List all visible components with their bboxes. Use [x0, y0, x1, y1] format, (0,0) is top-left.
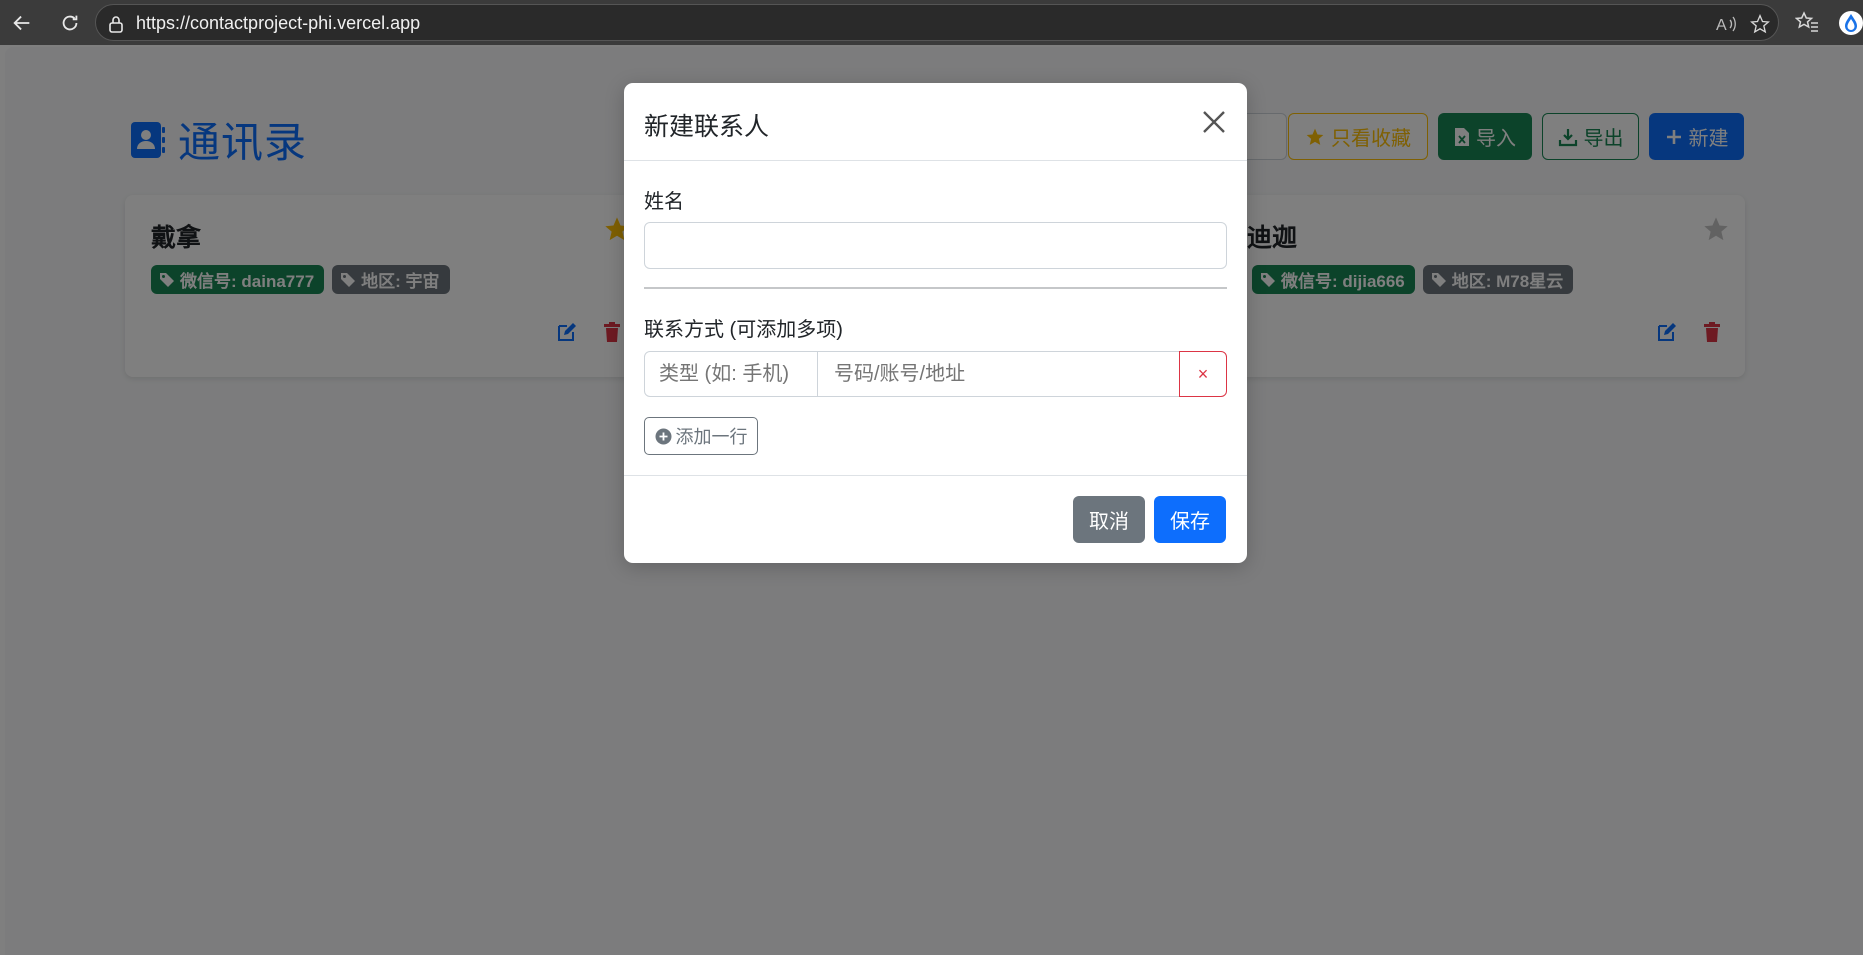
name-input[interactable]: [644, 222, 1227, 269]
read-aloud-icon[interactable]: A: [1716, 14, 1738, 34]
modal-header: 新建联系人: [624, 83, 1247, 161]
cancel-button[interactable]: 取消: [1073, 496, 1145, 543]
contact-value-input[interactable]: [817, 351, 1180, 397]
divider: [644, 287, 1227, 289]
back-button[interactable]: [9, 10, 35, 36]
contact-methods-label: 联系方式 (可添加多项): [644, 319, 843, 341]
back-arrow-icon: [13, 15, 30, 31]
cancel-label: 取消: [1089, 511, 1129, 533]
remove-row-button[interactable]: ×: [1179, 351, 1227, 397]
close-icon[interactable]: [1197, 105, 1231, 139]
svg-text:A: A: [1716, 17, 1727, 34]
contact-method-row: ×: [644, 351, 1227, 397]
refresh-button[interactable]: [57, 10, 83, 36]
add-row-button[interactable]: 添加一行: [644, 417, 758, 455]
favorite-star-icon[interactable]: [1749, 14, 1771, 34]
refresh-icon: [62, 15, 78, 31]
plus-circle-icon: [655, 428, 671, 444]
url-text: https://contactproject-phi.vercel.app: [136, 13, 421, 33]
save-label: 保存: [1170, 511, 1210, 533]
remove-row-glyph: ×: [1197, 363, 1209, 384]
name-label: 姓名: [644, 191, 684, 213]
add-row-label: 添加一行: [675, 427, 748, 447]
modal-footer-divider: [624, 475, 1247, 476]
address-bar[interactable]: https://contactproject-phi.vercel.app A: [95, 4, 1779, 41]
modal-title: 新建联系人: [644, 113, 770, 141]
new-contact-modal: 新建联系人 姓名 联系方式 (可添加多项) × 添加一行 取消 保存: [624, 83, 1247, 563]
save-button[interactable]: 保存: [1154, 496, 1226, 543]
contact-type-input[interactable]: [644, 351, 818, 397]
extension-icon[interactable]: [1838, 10, 1863, 36]
browser-toolbar: https://contactproject-phi.vercel.app A: [0, 0, 1863, 45]
lock-icon: [109, 16, 123, 33]
favorites-list-icon[interactable]: [1795, 10, 1819, 34]
